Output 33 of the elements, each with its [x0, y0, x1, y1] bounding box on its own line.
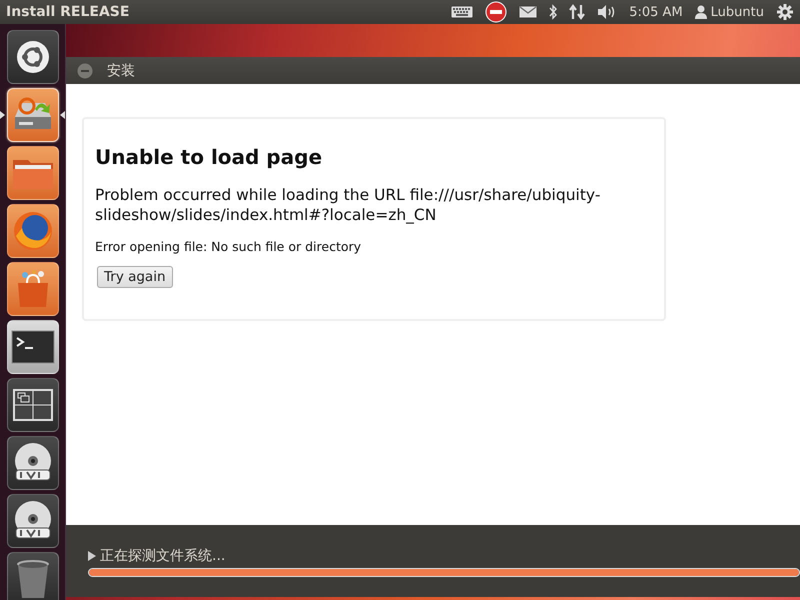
- trash-icon: [14, 558, 50, 600]
- active-indicator-icon: [0, 111, 4, 119]
- gear-icon[interactable]: [776, 3, 794, 21]
- trash-button[interactable]: [6, 552, 58, 600]
- user-name[interactable]: Lubuntu: [710, 4, 764, 20]
- terminal-icon: [10, 330, 54, 364]
- status-text: 正在探测文件系统...: [100, 547, 226, 565]
- dvd-button[interactable]: [6, 494, 58, 548]
- mail-icon[interactable]: [519, 6, 538, 18]
- window-title: 安装: [107, 62, 135, 80]
- error-heading: Unable to load page: [95, 145, 324, 169]
- keyboard-icon[interactable]: [451, 6, 474, 18]
- minimize-icon[interactable]: [77, 62, 93, 78]
- network-icon[interactable]: [569, 4, 586, 20]
- files-button[interactable]: [6, 146, 58, 200]
- panel-title: Install RELEASE: [6, 4, 130, 20]
- workspaces-icon: [12, 389, 52, 421]
- dvd-button[interactable]: [6, 436, 58, 490]
- browser-button[interactable]: [6, 204, 58, 258]
- user-icon[interactable]: [694, 5, 707, 19]
- bluetooth-icon[interactable]: [549, 4, 558, 20]
- ubuntu-logo-icon: [16, 40, 50, 74]
- expander-icon[interactable]: [88, 551, 96, 561]
- dash-button[interactable]: [6, 30, 58, 84]
- try-again-button[interactable]: Try again: [97, 266, 173, 288]
- installer-button[interactable]: [6, 88, 58, 142]
- no-entry-icon[interactable]: [485, 1, 508, 23]
- error-message: Problem occurred while loading the URL file:///usr/share/ubiquity-slideshow/slides/index.html#?locale=zh_CN: [95, 185, 602, 225]
- terminal-button[interactable]: [6, 320, 58, 374]
- clock[interactable]: 5:05 AM: [629, 4, 683, 20]
- error-detail: Error opening file: No such file or directory: [95, 239, 362, 254]
- globe-icon: [12, 210, 54, 252]
- workspaces-button[interactable]: [6, 378, 58, 432]
